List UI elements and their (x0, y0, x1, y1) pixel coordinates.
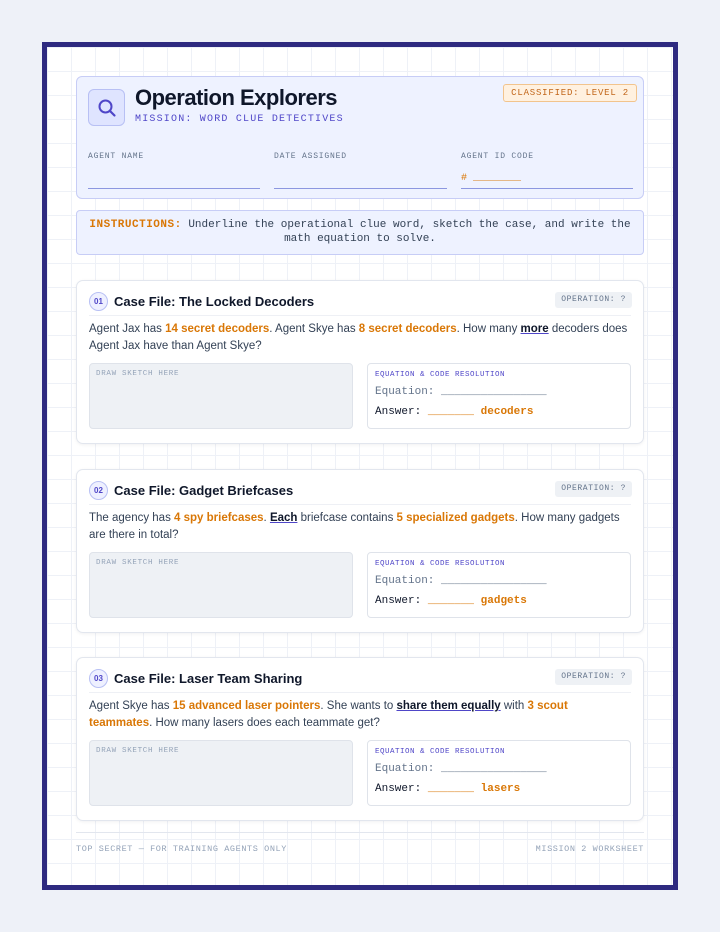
header-card: Operation Explorers MISSION: WORD CLUE D… (76, 76, 644, 199)
equation-field[interactable]: Equation: ________________ (375, 763, 547, 775)
word-problem: The agency has 4 spy briefcases. Each br… (89, 510, 629, 544)
footer-divider (76, 832, 644, 833)
equation-field[interactable]: Equation: ________________ (375, 575, 547, 587)
equation-blank: ________________ (441, 386, 547, 398)
sketch-area[interactable]: DRAW SKETCH HERE (89, 363, 353, 429)
agent-id-field[interactable] (461, 188, 633, 189)
case-number: 01 (89, 292, 108, 311)
equation-blank: ________________ (441, 575, 547, 587)
word-problem: Agent Jax has 14 secret decoders. Agent … (89, 321, 629, 355)
problem-text: . How many lasers does each teammate get… (149, 717, 380, 729)
worksheet-page: Operation Explorers MISSION: WORD CLUE D… (42, 42, 678, 890)
equation-box: EQUATION & CODE RESOLUTION Equation: ___… (367, 552, 631, 618)
case-title: Case File: Laser Team Sharing (114, 671, 303, 686)
operation-badge: OPERATION: ? (555, 669, 632, 685)
problem-text: Agent Jax has (89, 323, 166, 335)
page-title: Operation Explorers (135, 85, 338, 110)
answer-unit: lasers (480, 783, 521, 795)
sketch-label: DRAW SKETCH HERE (96, 370, 180, 378)
answer-unit: decoders (480, 406, 534, 418)
classified-badge: CLASSIFIED: LEVEL 2 (503, 84, 637, 102)
quantity-highlight: 15 advanced laser pointers (172, 700, 321, 712)
answer-unit: gadgets (480, 595, 527, 607)
problem-text: . Agent Skye has (269, 323, 359, 335)
equation-field[interactable]: Equation: ________________ (375, 386, 547, 398)
quantity-highlight: 4 spy briefcases (174, 512, 264, 524)
instructions-lead: INSTRUCTIONS: (89, 219, 182, 231)
sketch-label: DRAW SKETCH HERE (96, 559, 180, 567)
case-number: 03 (89, 669, 108, 688)
operation-badge: OPERATION: ? (555, 292, 632, 308)
equation-label: Equation: (375, 386, 435, 398)
instructions-box: INSTRUCTIONS: Underline the operational … (76, 210, 644, 255)
case-card-1: 01 Case File: The Locked Decoders OPERAT… (76, 280, 644, 444)
case-card-3: 03 Case File: Laser Team Sharing OPERATI… (76, 657, 644, 821)
case-title: Case File: Gadget Briefcases (114, 483, 294, 498)
agent-id-prefix: # ________ (461, 173, 522, 184)
agent-name-label: AGENT NAME (88, 152, 145, 161)
answer-label: Answer: (375, 406, 422, 418)
problem-text: briefcase contains (297, 512, 397, 524)
agent-id-label: AGENT ID CODE (461, 152, 534, 161)
equation-blank: ________________ (441, 763, 547, 775)
answer-label: Answer: (375, 783, 422, 795)
sketch-label: DRAW SKETCH HERE (96, 747, 180, 755)
answer-label: Answer: (375, 595, 422, 607)
equation-box: EQUATION & CODE RESOLUTION Equation: ___… (367, 740, 631, 806)
sketch-area[interactable]: DRAW SKETCH HERE (89, 740, 353, 806)
divider (89, 504, 631, 505)
word-problem: Agent Skye has 15 advanced laser pointer… (89, 698, 629, 732)
quantity-highlight: 5 specialized gadgets (396, 512, 515, 524)
quantity-highlight: 8 secret decoders (358, 323, 457, 335)
equation-label: Equation: (375, 575, 435, 587)
problem-text: with (500, 700, 528, 712)
clue-word: Each (269, 512, 298, 524)
sketch-area[interactable]: DRAW SKETCH HERE (89, 552, 353, 618)
agent-name-field[interactable] (88, 188, 260, 189)
problem-text: . She wants to (320, 700, 397, 712)
equation-label: Equation: (375, 763, 435, 775)
instructions-text: Underline the operational clue word, ske… (188, 219, 631, 245)
date-assigned-field[interactable] (274, 188, 447, 189)
answer-blank: _______ (427, 783, 475, 795)
case-number: 02 (89, 481, 108, 500)
problem-text: The agency has (89, 512, 175, 524)
case-card-2: 02 Case File: Gadget Briefcases OPERATIO… (76, 469, 644, 633)
footer-worksheet-label: MISSION 2 WORKSHEET (535, 844, 644, 854)
answer-blank: _______ (427, 595, 475, 607)
footer-classification: TOP SECRET — FOR TRAINING AGENTS ONLY (76, 844, 287, 854)
answer-field[interactable]: Answer: _______ gadgets (375, 595, 527, 607)
clue-word: more (520, 323, 549, 335)
problem-text: Agent Skye has (89, 700, 173, 712)
case-title: Case File: The Locked Decoders (114, 294, 315, 309)
mission-subtitle: MISSION: WORD CLUE DETECTIVES (135, 114, 344, 125)
answer-blank: _______ (427, 406, 475, 418)
equation-box: EQUATION & CODE RESOLUTION Equation: ___… (367, 363, 631, 429)
clue-word: share them equally (396, 700, 501, 712)
quantity-highlight: 14 secret decoders (165, 323, 270, 335)
equation-heading: EQUATION & CODE RESOLUTION (375, 748, 506, 756)
divider (89, 692, 631, 693)
equation-heading: EQUATION & CODE RESOLUTION (375, 560, 506, 568)
divider (89, 315, 631, 316)
problem-text: . How many (456, 323, 521, 335)
answer-field[interactable]: Answer: _______ lasers (375, 783, 520, 795)
answer-field[interactable]: Answer: _______ decoders (375, 406, 533, 418)
equation-heading: EQUATION & CODE RESOLUTION (375, 371, 506, 379)
operation-badge: OPERATION: ? (555, 481, 632, 497)
search-icon (88, 89, 125, 126)
date-assigned-label: DATE ASSIGNED (274, 152, 347, 161)
